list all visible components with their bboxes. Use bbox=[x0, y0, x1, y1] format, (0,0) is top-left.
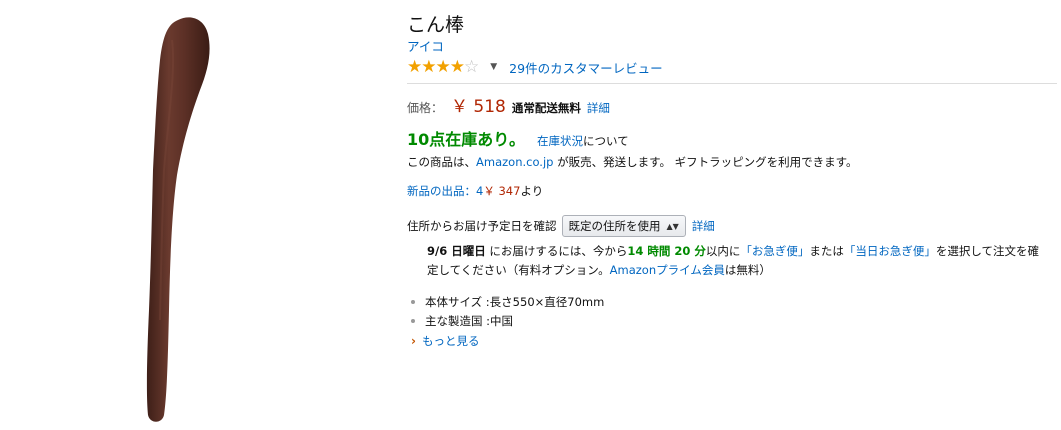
stock-status-suffix: について bbox=[582, 134, 629, 148]
reviews-link[interactable]: 29件のカスタマーレビュー bbox=[509, 58, 662, 77]
bullet-icon bbox=[411, 299, 415, 304]
delivery-label: 住所からお届け予定日を確認 bbox=[407, 219, 557, 233]
address-select-value: 既定の住所を使用 bbox=[568, 219, 661, 233]
show-more[interactable]: › もっと見る bbox=[411, 331, 1057, 350]
delivery-date: 9/6 日曜日 bbox=[427, 244, 486, 258]
express-option-link[interactable]: 「お急ぎ便」 bbox=[740, 244, 809, 258]
spec-item: 本体サイズ :長さ550×直径70mm bbox=[411, 292, 1057, 311]
star-full-icon: ★ bbox=[435, 57, 451, 77]
seller-link[interactable]: Amazon.co.jp bbox=[476, 155, 553, 169]
product-title: こん棒 bbox=[407, 14, 465, 36]
new-offers-price: ￥ 347 bbox=[483, 184, 521, 198]
price-row: 価格： ￥ 518 通常配送無料 詳細 bbox=[407, 92, 1057, 117]
spec-text: 本体サイズ :長さ550×直径70mm bbox=[425, 294, 605, 309]
address-select[interactable]: 既定の住所を使用 ▲▼ bbox=[561, 215, 686, 237]
rating-caret-icon[interactable]: ▼ bbox=[490, 62, 497, 72]
seller-prefix: この商品は、 bbox=[407, 155, 476, 169]
star-rating[interactable]: ★ ★ ★ ★ ☆ bbox=[407, 57, 479, 77]
star-full-icon: ★ bbox=[449, 57, 465, 77]
delivery-address-row: 住所からお届け予定日を確認 既定の住所を使用 ▲▼ 詳細 bbox=[407, 215, 1057, 237]
delivery-detail-link[interactable]: 詳細 bbox=[692, 218, 715, 234]
delivery-msg-part: にお届けするには、今から bbox=[485, 244, 628, 258]
new-offers-link[interactable]: 新品の出品：4 bbox=[407, 184, 483, 198]
star-full-icon: ★ bbox=[407, 57, 422, 77]
product-page: こん棒 アイコ ★ ★ ★ ★ ☆ ▼ 29件のカスタマーレビュー 価格： ￥ … bbox=[0, 0, 1061, 430]
shipping-label: 通常配送無料 bbox=[511, 101, 581, 115]
delivery-message: 9/6 日曜日 にお届けするには、今から14 時間 20 分以内に「お急ぎ便」ま… bbox=[427, 242, 1047, 280]
select-arrows-icon: ▲▼ bbox=[666, 221, 679, 231]
spec-text: 主な製造国 :中国 bbox=[425, 313, 514, 328]
stock-text: 10点在庫あり。 bbox=[407, 130, 525, 149]
product-info: こん棒 アイコ ★ ★ ★ ★ ☆ ▼ 29件のカスタマーレビュー 価格： ￥ … bbox=[407, 12, 1057, 350]
price-label: 価格： bbox=[407, 101, 444, 115]
spec-item: 主な製造国 :中国 bbox=[411, 311, 1057, 330]
delivery-msg-part: 以内に bbox=[705, 244, 741, 258]
price-value: ￥ 518 bbox=[451, 97, 506, 117]
bullet-icon bbox=[411, 318, 415, 323]
stock-row: 10点在庫あり。 在庫状況 について bbox=[407, 126, 1057, 150]
prime-link[interactable]: Amazonプライム会員 bbox=[610, 263, 725, 277]
star-full-icon: ★ bbox=[421, 57, 436, 77]
divider bbox=[407, 83, 1057, 84]
star-empty-icon: ☆ bbox=[464, 57, 479, 77]
seller-info: この商品は、Amazon.co.jp が販売、発送します。 ギフトラッピングを利… bbox=[407, 153, 1057, 171]
show-more-link[interactable]: もっと見る bbox=[422, 333, 480, 349]
rating-row: ★ ★ ★ ★ ☆ ▼ 29件のカスタマーレビュー bbox=[407, 57, 1057, 77]
shipping-detail-link[interactable]: 詳細 bbox=[587, 100, 610, 116]
product-image-club[interactable] bbox=[120, 10, 250, 430]
delivery-countdown: 14 時間 20 分 bbox=[627, 244, 706, 258]
spec-list: 本体サイズ :長さ550×直径70mm 主な製造国 :中国 › もっと見る bbox=[411, 292, 1057, 350]
stock-status-link[interactable]: 在庫状況 bbox=[537, 133, 583, 149]
same-day-option-link[interactable]: 「当日お急ぎ便」 bbox=[844, 244, 936, 258]
chevron-right-icon: › bbox=[411, 333, 416, 348]
delivery-msg-part: は無料） bbox=[724, 263, 771, 277]
delivery-msg-part: または bbox=[809, 244, 844, 258]
seller-suffix: が販売、発送します。 ギフトラッピングを利用できます。 bbox=[553, 155, 858, 169]
new-offers[interactable]: 新品の出品：4￥ 347より bbox=[407, 183, 1057, 199]
brand-link[interactable]: アイコ bbox=[407, 39, 1057, 55]
new-offers-suffix: より bbox=[520, 184, 544, 198]
